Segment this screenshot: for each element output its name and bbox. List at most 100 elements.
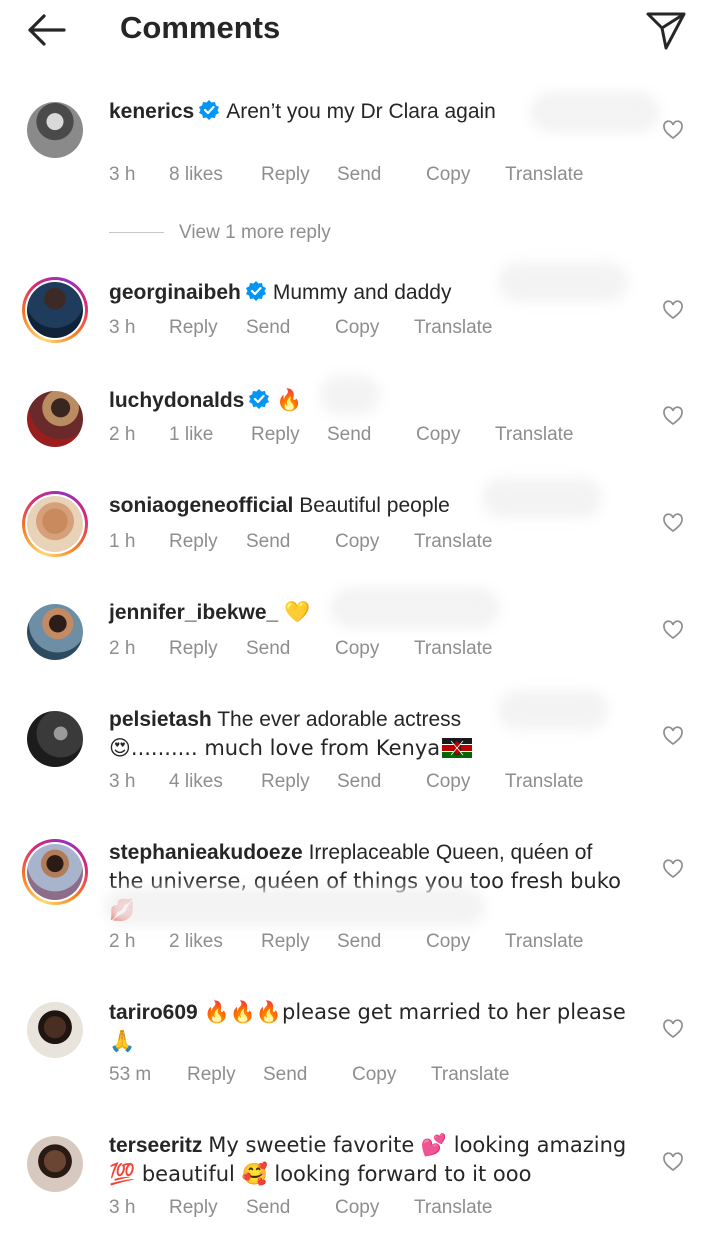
translate-button[interactable]: Translate [495,424,574,446]
reply-button[interactable]: Reply [261,164,310,186]
paper-plane-icon [646,12,686,50]
likes-count[interactable]: 8 likes [169,164,223,186]
send-button[interactable]: Send [246,1197,290,1219]
translate-button[interactable]: Translate [414,317,493,339]
heart-icon[interactable] [662,120,684,140]
reply-button[interactable]: Reply [169,638,218,660]
comment-meta: 53 m Reply Send Copy Translate [109,1064,629,1090]
comment-username[interactable]: luchydonalds [109,389,244,412]
comment-time: 53 m [109,1064,152,1085]
comment-text: 💛 [284,600,311,624]
redaction-blur [482,478,602,518]
send-button[interactable]: Send [246,638,290,660]
comment-time: 1 h [109,531,136,552]
comment-meta: 1 h Reply Send Copy Translate [109,531,629,557]
comment-username[interactable]: georginaibeh [109,281,241,304]
translate-button[interactable]: Translate [414,638,493,660]
comment-text: 🔥🔥🔥please get married to her please [203,1000,626,1024]
send-button[interactable]: Send [263,1064,307,1086]
comment-text: 🔥 [276,388,303,412]
comment-meta: 2 h 2 likes Reply Send Copy Translate [109,931,629,957]
kenya-flag-icon [442,738,473,766]
comment-meta: 3 h Reply Send Copy Translate [109,1197,629,1223]
comment-username[interactable]: soniaogeneofficial [109,494,293,517]
translate-button[interactable]: Translate [505,771,584,793]
copy-button[interactable]: Copy [426,164,470,186]
send-button[interactable]: Send [337,164,381,186]
copy-button[interactable]: Copy [335,531,379,553]
redaction-blur [530,92,660,132]
heart-icon[interactable] [662,726,684,746]
copy-button[interactable]: Copy [335,638,379,660]
avatar[interactable] [22,839,88,905]
comment-meta: 2 h 1 like Reply Send Copy Translate [109,424,629,450]
likes-count[interactable]: 1 like [169,424,213,446]
reply-button[interactable]: Reply [251,424,300,446]
heart-icon[interactable] [662,1152,684,1172]
translate-button[interactable]: Translate [431,1064,510,1086]
comment-meta: 3 h 8 likes Reply Send Copy Translate [109,164,629,190]
back-button[interactable] [24,10,70,50]
comment-username[interactable]: kenerics [109,100,194,123]
redaction-blur [105,888,485,926]
copy-button[interactable]: Copy [416,424,460,446]
translate-button[interactable]: Translate [505,164,584,186]
comment-meta: 2 h Reply Send Copy Translate [109,638,629,664]
redaction-blur [320,375,380,415]
heart-icon[interactable] [662,300,684,320]
avatar[interactable] [22,599,88,665]
comment-text: My sweetie favorite 💕 looking amazing [208,1133,627,1157]
copy-button[interactable]: Copy [352,1064,396,1086]
comment-username[interactable]: jennifer_ibekwe_ [109,601,278,624]
comment-username[interactable]: terseeritz [109,1134,202,1157]
comment-text: Mummy and daddy [272,281,452,304]
avatar[interactable] [22,997,88,1063]
arrow-left-icon [28,14,66,46]
translate-button[interactable]: Translate [414,1197,493,1219]
send-button[interactable]: Send [337,931,381,953]
avatar[interactable] [22,277,88,343]
share-button[interactable] [644,8,690,52]
copy-button[interactable]: Copy [335,1197,379,1219]
heart-icon[interactable] [662,859,684,879]
copy-button[interactable]: Copy [335,317,379,339]
verified-badge-icon [245,280,267,302]
reply-button[interactable]: Reply [169,317,218,339]
comment-username[interactable]: pelsietash [109,708,212,731]
page-title: Comments [120,10,281,45]
send-button[interactable]: Send [337,771,381,793]
divider [109,232,164,233]
reply-button[interactable]: Reply [261,771,310,793]
reply-button[interactable]: Reply [169,1197,218,1219]
copy-button[interactable]: Copy [426,931,470,953]
heart-icon[interactable] [662,406,684,426]
reply-button[interactable]: Reply [261,931,310,953]
comment-time: 2 h [109,931,136,952]
avatar[interactable] [22,706,88,772]
avatar[interactable] [22,1131,88,1197]
avatar[interactable] [22,386,88,452]
avatar[interactable] [22,491,88,557]
translate-button[interactable]: Translate [505,931,584,953]
reply-button[interactable]: Reply [169,531,218,553]
comment-time: 2 h [109,424,136,445]
copy-button[interactable]: Copy [426,771,470,793]
translate-button[interactable]: Translate [414,531,493,553]
verified-badge-icon [248,388,270,410]
reply-button[interactable]: Reply [187,1064,236,1086]
heart-icon[interactable] [662,513,684,533]
avatar[interactable] [22,97,88,163]
likes-count[interactable]: 2 likes [169,931,223,953]
heart-icon[interactable] [662,620,684,640]
send-button[interactable]: Send [327,424,371,446]
comment-text-line2: 💯 beautiful 🥰 looking forward to it ooo [109,1162,532,1186]
likes-count[interactable]: 4 likes [169,771,223,793]
comment-time: 2 h [109,638,136,659]
heart-icon[interactable] [662,1019,684,1039]
comment-username[interactable]: stephanieakudoeze [109,841,303,864]
comment-text-line2: 😍.......... much love from Kenya [109,736,441,760]
comment-meta: 3 h 4 likes Reply Send Copy Translate [109,771,629,797]
comment-username[interactable]: tariro609 [109,1001,198,1024]
send-button[interactable]: Send [246,317,290,339]
send-button[interactable]: Send [246,531,290,553]
